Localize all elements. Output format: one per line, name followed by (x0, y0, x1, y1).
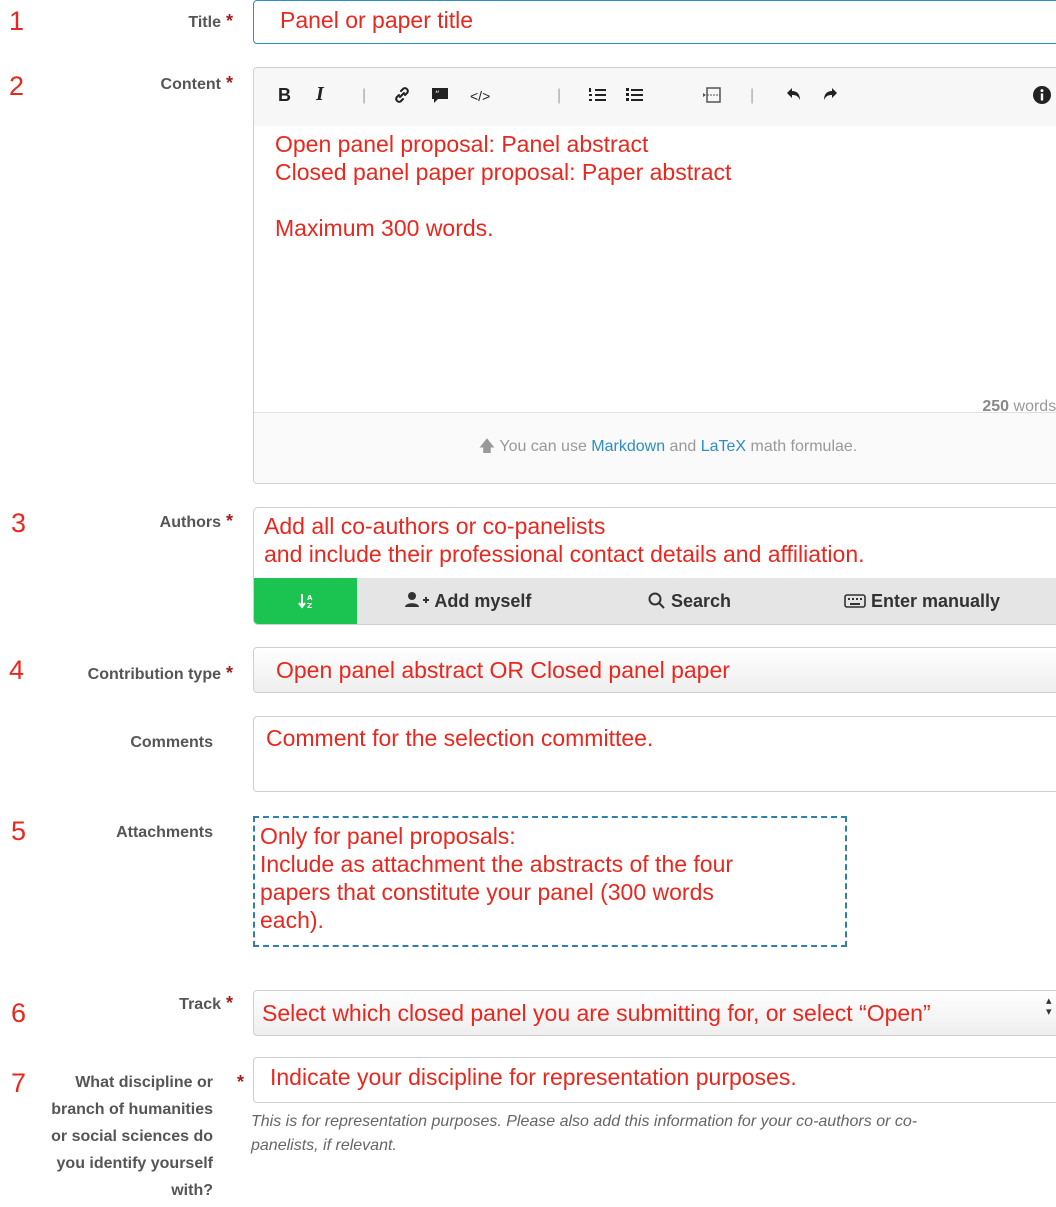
toolbar-separator: | (362, 87, 367, 104)
svg-text:“: “ (435, 90, 440, 100)
toolbar-separator: | (750, 87, 755, 104)
discipline-input[interactable]: Indicate your discipline for representat… (253, 1057, 1056, 1103)
attachments-dropzone[interactable]: Only for panel proposals: Include as att… (253, 816, 847, 947)
marker-4: 4 (9, 655, 25, 685)
authors-toolbar: AZ Add myself Search Enter manually (254, 578, 1056, 624)
discipline-help-text: This is for representation purposes. Ple… (251, 1113, 918, 1154)
authors-label: Authors * (159, 511, 233, 531)
editor-toolbar: B I | “ </> | | (254, 68, 1056, 126)
add-user-icon (405, 592, 429, 607)
ordered-list-icon[interactable] (587, 85, 607, 110)
comments-textarea[interactable]: Comment for the selection committee. (253, 716, 1056, 792)
track-label: Track * (179, 993, 233, 1013)
enter-manually-button[interactable]: Enter manually (844, 578, 1000, 624)
authors-note: Add all co-authors or co-panelists and i… (264, 513, 865, 567)
authors-field[interactable]: Add all co-authors or co-panelists and i… (253, 507, 1056, 625)
editor-line: Closed panel paper proposal: Paper abstr… (275, 159, 732, 185)
title-input[interactable]: Panel or paper title (253, 0, 1056, 44)
editor-line: Open panel proposal: Panel abstract (275, 131, 649, 157)
italic-button[interactable]: I (316, 83, 324, 106)
latex-link[interactable]: LaTeX (701, 438, 746, 455)
editor-line: Maximum 300 words. (275, 215, 494, 241)
marker-3: 3 (11, 508, 27, 538)
required-star: * (225, 73, 233, 93)
track-select[interactable]: Select which closed panel you are submit… (253, 990, 1056, 1036)
link-icon[interactable] (392, 85, 412, 110)
discipline-label: * What discipline or branch of humanitie… (0, 1069, 244, 1204)
required-star: * (225, 511, 233, 531)
unordered-list-icon[interactable] (624, 85, 644, 110)
bold-button[interactable]: B (278, 85, 291, 106)
svg-text:Z: Z (307, 602, 312, 610)
marker-2: 2 (9, 71, 25, 101)
keyboard-icon (844, 594, 866, 608)
markdown-link[interactable]: Markdown (591, 438, 665, 455)
comments-label: Comments (130, 734, 213, 751)
required-star: * (236, 1072, 244, 1092)
quote-icon[interactable]: “ (430, 85, 450, 110)
marker-6: 6 (11, 998, 27, 1028)
undo-icon[interactable] (784, 85, 804, 110)
select-caret-icon: ▴ ▾ (1046, 995, 1052, 1018)
attachments-label: Attachments (116, 824, 213, 841)
required-star: * (225, 663, 233, 683)
search-button[interactable]: Search (648, 578, 731, 624)
required-star: * (225, 11, 233, 31)
marker-1: 1 (9, 6, 25, 36)
content-editor[interactable]: B I | “ </> | | Open panel proposal: Pan… (253, 67, 1056, 484)
svg-text:A: A (307, 594, 313, 602)
contribution-type-select[interactable]: Open panel abstract OR Closed panel pape… (253, 647, 1056, 693)
search-icon (648, 592, 665, 609)
add-myself-button[interactable]: Add myself (404, 578, 531, 624)
editor-content[interactable]: Open panel proposal: Panel abstract Clos… (275, 130, 731, 242)
sort-button[interactable]: AZ (254, 578, 357, 624)
redo-icon[interactable] (820, 85, 840, 110)
insert-table-icon[interactable] (702, 85, 722, 110)
info-icon[interactable] (1032, 85, 1052, 110)
toolbar-separator: | (557, 87, 562, 104)
content-label: Content * (160, 73, 233, 93)
title-label: Title * (188, 11, 233, 31)
contribution-type-label: Contribution type * (87, 663, 233, 683)
editor-footer: 🡅 You can use Markdown and LaTeX math fo… (254, 412, 1056, 483)
arrow-up-icon: 🡅 (478, 438, 496, 455)
required-star: * (225, 993, 233, 1013)
code-icon[interactable]: </> (470, 88, 490, 104)
